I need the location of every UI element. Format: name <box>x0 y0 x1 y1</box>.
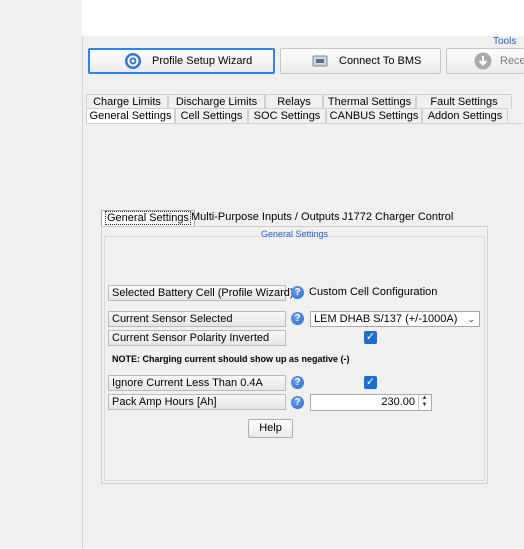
help-icon[interactable]: ? <box>291 376 304 389</box>
tab-row-upper: Charge Limits Discharge Limits Relays Th… <box>86 94 522 109</box>
help-icon[interactable]: ? <box>291 312 304 325</box>
current-sensor-label: Current Sensor Selected <box>108 311 286 327</box>
chevron-down-icon: ⌄ <box>467 314 475 324</box>
groupbox-title: General Settings <box>261 229 329 239</box>
tab-discharge-limits[interactable]: Discharge Limits <box>168 94 265 109</box>
tab-row-lower: General Settings Cell Settings SOC Setti… <box>86 108 522 124</box>
connect-to-bms-button[interactable]: Connect To BMS <box>280 48 441 74</box>
help-button[interactable]: Help <box>248 419 293 438</box>
tab-addon-settings[interactable]: Addon Settings <box>422 108 508 123</box>
receive-button[interactable]: Rece <box>446 48 524 74</box>
tab-thermal-settings[interactable]: Thermal Settings <box>323 94 416 109</box>
toolbar: Profile Setup Wizard Connect To BMS Rece <box>84 46 524 78</box>
ignore-current-checkbox[interactable]: ✓ <box>364 376 377 389</box>
connect-to-bms-label: Connect To BMS <box>339 55 422 67</box>
left-margin <box>0 0 82 548</box>
profile-setup-wizard-button[interactable]: Profile Setup Wizard <box>88 48 275 74</box>
subtab-multi-purpose-io[interactable]: Multi-Purpose Inputs / Outputs <box>188 210 343 226</box>
tab-relays[interactable]: Relays <box>265 94 323 109</box>
help-icon[interactable]: ? <box>291 286 304 299</box>
pack-amp-hours-value: 230.00 <box>381 396 415 408</box>
pack-amp-hours-spinbox[interactable]: 230.00 ▲ ▼ <box>310 394 432 411</box>
usb-connect-icon <box>312 55 328 67</box>
polarity-inverted-label: Current Sensor Polarity Inverted <box>108 330 286 346</box>
spin-arrows-icon[interactable]: ▲ ▼ <box>418 395 430 410</box>
help-icon[interactable]: ? <box>291 396 304 409</box>
charging-current-note: NOTE: Charging current should show up as… <box>112 354 350 364</box>
subtab-j1772-charger-control[interactable]: J1772 Charger Control <box>339 210 456 226</box>
tab-canbus-settings[interactable]: CANBUS Settings <box>326 108 422 123</box>
pack-amp-hours-label: Pack Amp Hours [Ah] <box>108 394 286 410</box>
download-icon <box>474 52 492 70</box>
receive-label: Rece <box>500 55 524 67</box>
current-sensor-select[interactable]: LEM DHAB S/137 (+/-1000A) ⌄ <box>310 311 480 327</box>
tab-cell-settings[interactable]: Cell Settings <box>175 108 248 123</box>
tab-charge-limits[interactable]: Charge Limits <box>86 94 168 109</box>
tab-general-settings[interactable]: General Settings <box>86 108 175 124</box>
selected-battery-cell-label: Selected Battery Cell (Profile Wizard) <box>108 285 294 301</box>
tab-soc-settings[interactable]: SOC Settings <box>248 108 326 123</box>
ignore-current-label: Ignore Current Less Than 0.4A <box>108 375 286 391</box>
tab-fault-settings[interactable]: Fault Settings <box>416 94 512 109</box>
current-sensor-value: LEM DHAB S/137 (+/-1000A) <box>314 313 458 325</box>
selected-battery-cell-value: Custom Cell Configuration <box>309 286 438 298</box>
gear-wizard-icon <box>125 53 141 69</box>
profile-setup-wizard-label: Profile Setup Wizard <box>152 55 253 67</box>
polarity-inverted-checkbox[interactable]: ✓ <box>364 331 377 344</box>
subtab-general-settings[interactable]: General Settings <box>101 210 195 226</box>
